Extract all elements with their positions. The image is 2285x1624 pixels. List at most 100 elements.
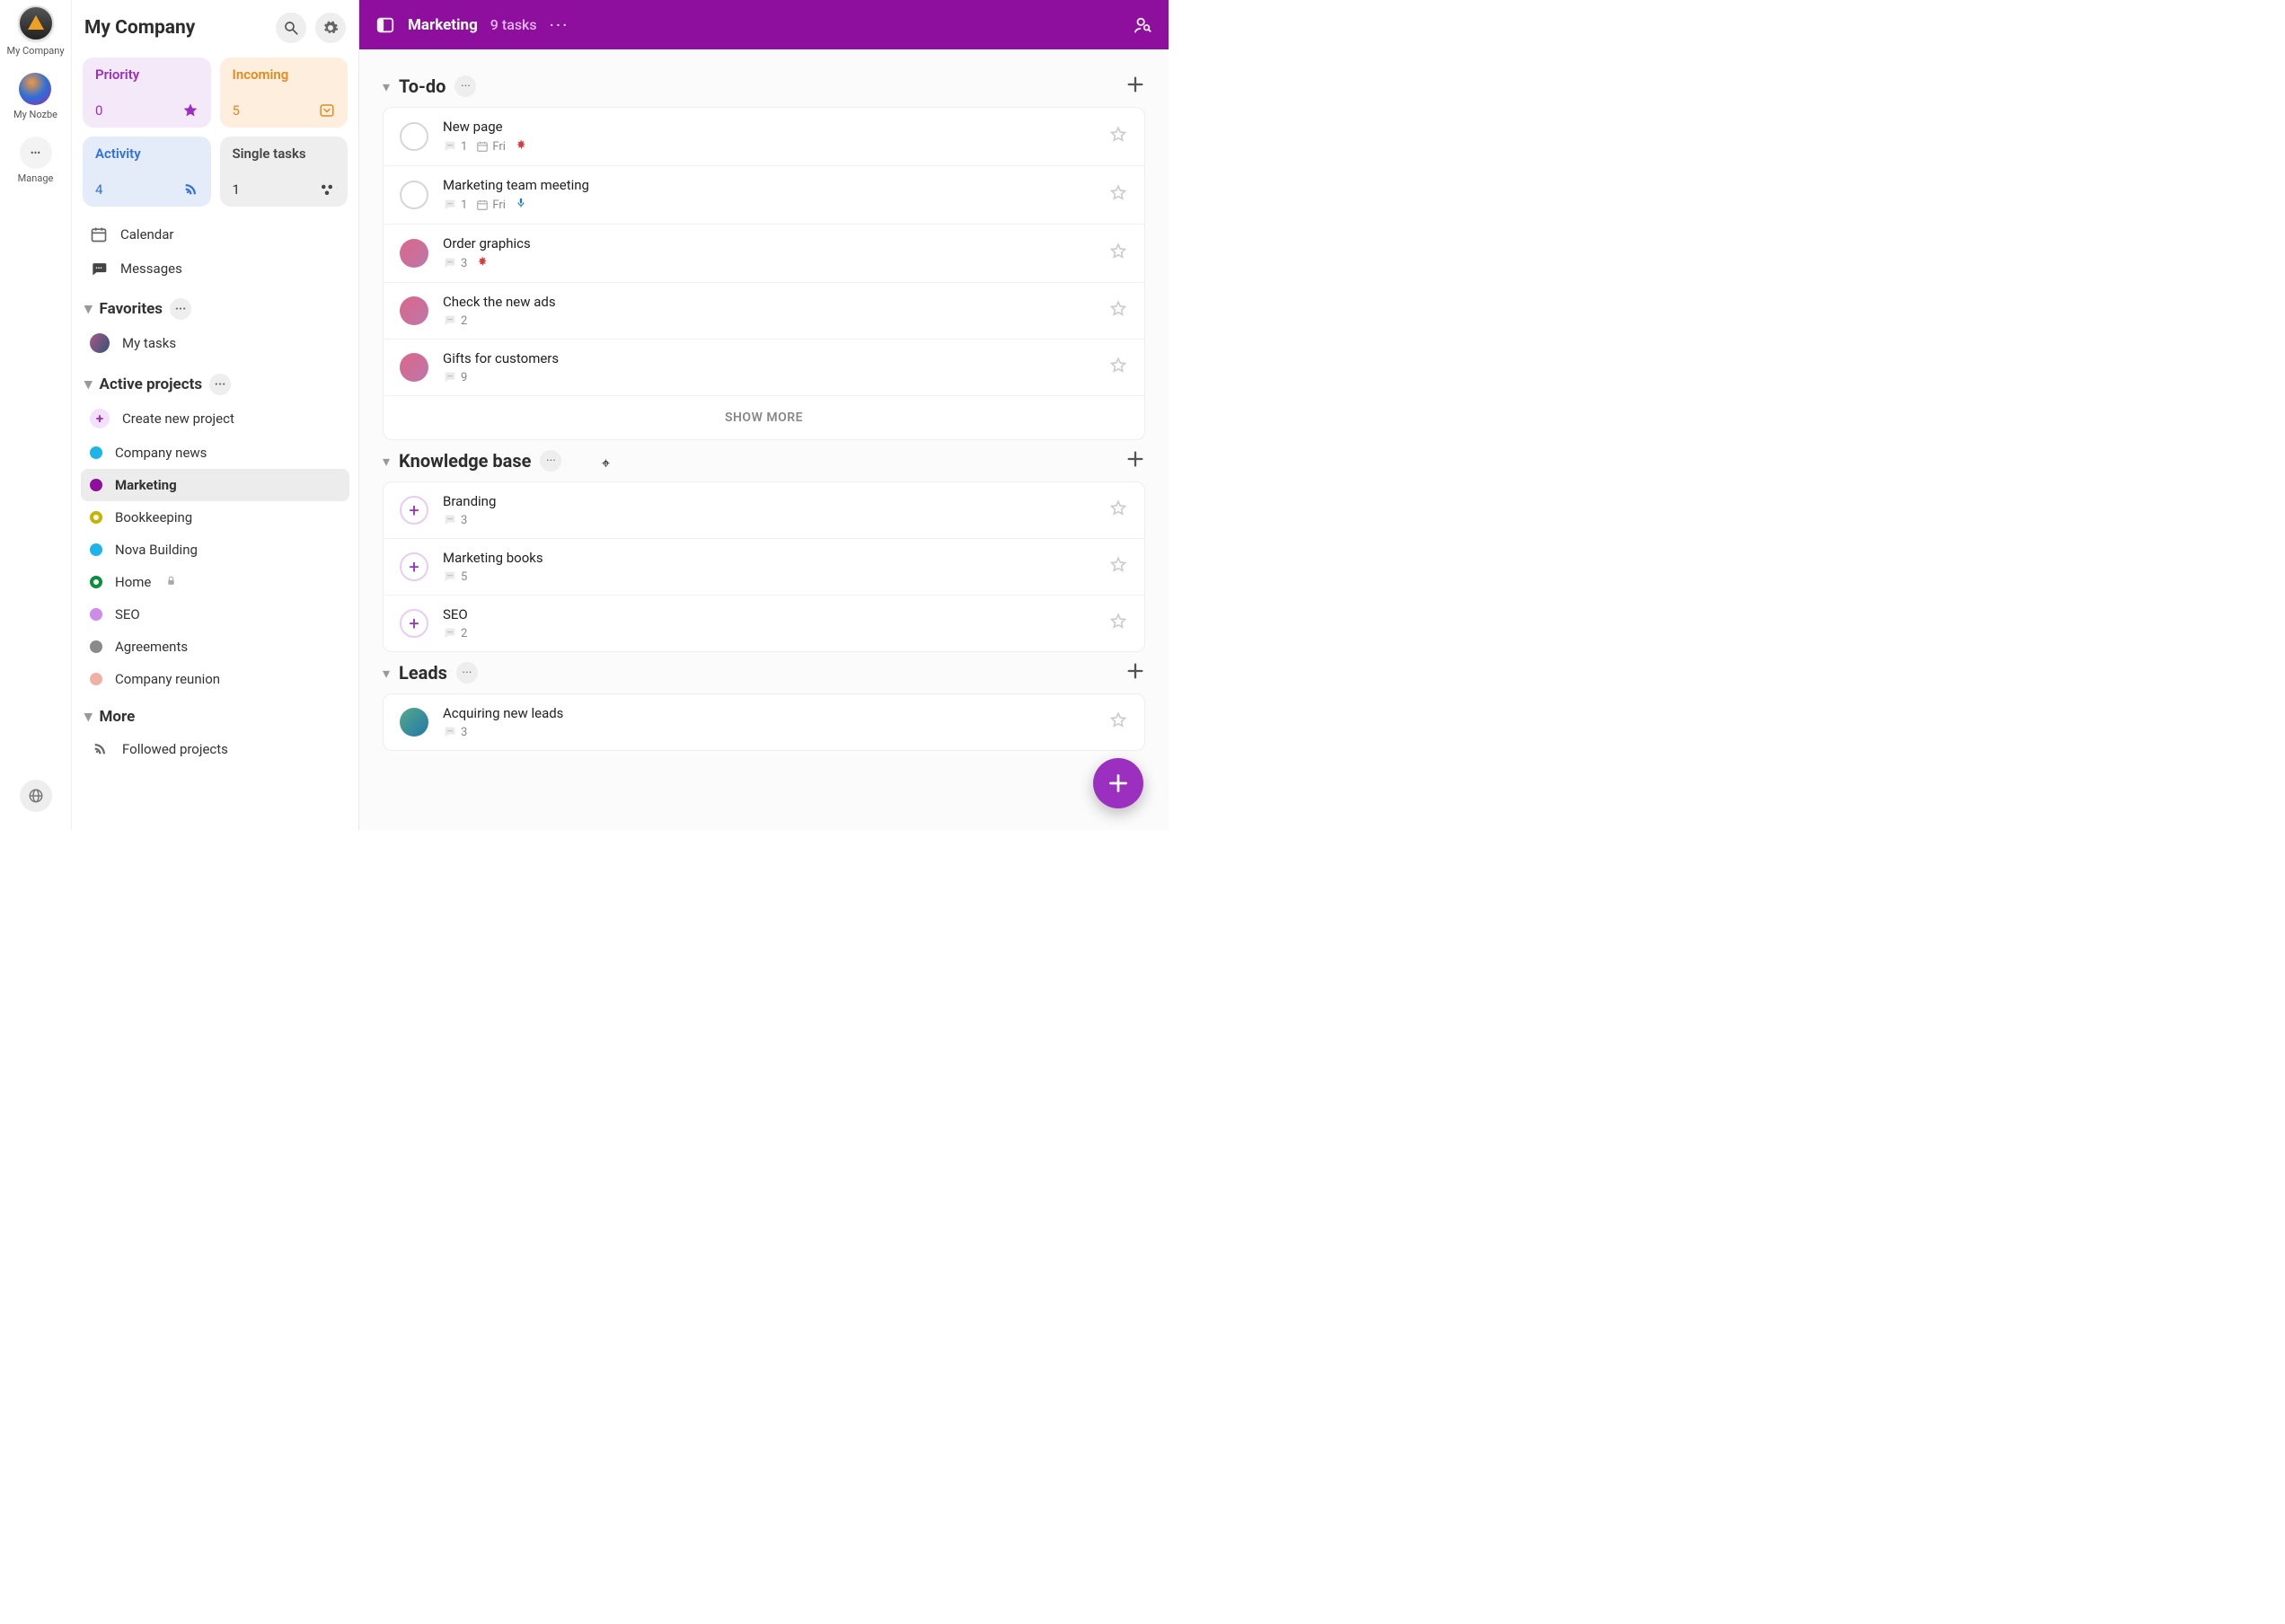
section-header: ▾Knowledge base··· — [383, 449, 1145, 472]
chevron-down-icon[interactable]: ▾ — [383, 453, 390, 470]
star-button[interactable] — [1108, 242, 1128, 265]
task-row[interactable]: Marketing team meeting1Fri — [384, 166, 1144, 225]
comment-count: 9 — [443, 370, 467, 384]
task-title: Gifts for customers — [443, 350, 1094, 366]
rss-icon — [90, 739, 110, 759]
sidebar-title: My Company — [84, 17, 267, 39]
sidebar-item-my-tasks[interactable]: My tasks — [81, 325, 349, 361]
section-add-button[interactable] — [1125, 661, 1145, 684]
sidebar-item-label: Nova Building — [115, 542, 198, 558]
task-add-assignee[interactable]: + — [400, 496, 428, 525]
sidebar-item-project[interactable]: Home — [81, 566, 349, 598]
project-color-icon — [90, 608, 102, 621]
chevron-down-icon: ▾ — [84, 375, 93, 393]
sidebar-item-project[interactable]: Marketing — [81, 469, 349, 501]
mic-icon — [515, 197, 527, 213]
task-row[interactable]: +SEO2 — [384, 596, 1144, 651]
sidebar-item-messages[interactable]: Messages — [81, 252, 349, 286]
sidebar-item-project[interactable]: Company news — [81, 437, 349, 469]
nodes-icon — [319, 181, 335, 198]
sidebar: My Company Priority 0 Incoming 5 Activit… — [72, 0, 359, 830]
calendar-icon — [90, 225, 108, 243]
sidebar-section-favorites[interactable]: ▾ Favorites ··· — [84, 298, 346, 320]
section-add-button[interactable] — [1125, 75, 1145, 98]
sidebar-section-more[interactable]: ▾ More — [84, 708, 346, 726]
section-add-button[interactable] — [1125, 449, 1145, 472]
sidebar-item-project[interactable]: Company reunion — [81, 663, 349, 695]
sidebar-item-label: My tasks — [122, 335, 176, 351]
task-row[interactable]: +Marketing books5 — [384, 539, 1144, 596]
workspace-manage[interactable]: ••• Manage — [18, 137, 54, 184]
task-row[interactable]: Gifts for customers 9 — [384, 340, 1144, 396]
sidebar-item-label: Marketing — [115, 477, 177, 493]
sidebar-item-followed[interactable]: Followed projects — [81, 731, 349, 767]
sidebar-item-calendar[interactable]: Calendar — [81, 217, 349, 252]
star-button[interactable] — [1108, 356, 1128, 379]
star-button[interactable] — [1108, 555, 1128, 578]
sidebar-item-project[interactable]: SEO — [81, 598, 349, 631]
assignee-avatar[interactable] — [400, 239, 428, 268]
chevron-down-icon[interactable]: ▾ — [383, 78, 390, 95]
settings-button[interactable] — [315, 13, 346, 43]
chevron-down-icon[interactable]: ▾ — [383, 665, 390, 682]
show-more-button[interactable]: SHOW MORE — [384, 396, 1144, 439]
card-incoming[interactable]: Incoming 5 — [220, 57, 348, 128]
search-button[interactable] — [276, 13, 306, 43]
toggle-sidebar-button[interactable] — [375, 15, 395, 35]
project-color-icon — [90, 511, 102, 524]
section-menu[interactable]: ··· — [454, 75, 476, 97]
task-row[interactable]: New page1Fri — [384, 108, 1144, 166]
sidebar-item-project[interactable]: Agreements — [81, 631, 349, 663]
sidebar-item-label: Home — [115, 574, 151, 590]
task-row[interactable]: Check the new ads2 — [384, 283, 1144, 340]
assignee-avatar[interactable] — [400, 708, 428, 737]
comment-count: 3 — [443, 725, 467, 739]
sidebar-section-active-projects[interactable]: ▾ Active projects ··· — [84, 374, 346, 395]
workspace-my-company[interactable]: My Company — [6, 5, 64, 57]
section-menu[interactable]: ··· — [209, 374, 231, 395]
task-list: Acquiring new leads3 — [383, 693, 1145, 751]
assignee-avatar[interactable] — [400, 353, 428, 382]
task-add-assignee[interactable]: + — [400, 609, 428, 638]
sidebar-item-label: Create new project — [122, 410, 234, 427]
section-menu[interactable]: ··· — [540, 450, 561, 472]
task-title: Order graphics — [443, 235, 1094, 252]
ellipsis-icon: ••• — [20, 137, 52, 169]
task-checkbox[interactable] — [400, 181, 428, 209]
priority-flag-icon — [476, 255, 489, 271]
card-priority[interactable]: Priority 0 — [83, 57, 211, 128]
workspace-rail: My Company My Nozbe ••• Manage — [0, 0, 72, 830]
workspace-logo-icon — [18, 5, 54, 41]
star-button[interactable] — [1108, 299, 1128, 322]
star-button[interactable] — [1108, 710, 1128, 734]
star-button[interactable] — [1108, 183, 1128, 207]
filter-button[interactable] — [1133, 15, 1152, 35]
card-activity[interactable]: Activity 4 — [83, 137, 211, 207]
star-button[interactable] — [1108, 125, 1128, 148]
workspace-label: My Company — [6, 45, 64, 57]
section-title: To-do — [399, 75, 446, 97]
task-checkbox[interactable] — [400, 122, 428, 151]
sidebar-item-project[interactable]: Nova Building — [81, 534, 349, 566]
star-button[interactable] — [1108, 499, 1128, 522]
project-menu-button[interactable]: ··· — [550, 14, 569, 36]
star-button[interactable] — [1108, 612, 1128, 635]
rail-globe[interactable] — [20, 780, 52, 812]
sidebar-item-label: Calendar — [120, 226, 174, 243]
card-single-tasks[interactable]: Single tasks 1 — [220, 137, 348, 207]
add-task-fab[interactable] — [1093, 758, 1143, 808]
section-menu[interactable]: ··· — [456, 662, 478, 684]
comment-count: 5 — [443, 569, 467, 584]
task-title: Branding — [443, 493, 1094, 509]
workspace-my-nozbe[interactable]: My Nozbe — [13, 73, 57, 120]
task-add-assignee[interactable]: + — [400, 552, 428, 581]
sidebar-item-project[interactable]: Bookkeeping — [81, 501, 349, 534]
assignee-avatar[interactable] — [400, 296, 428, 325]
sidebar-item-create-project[interactable]: + Create new project — [81, 401, 349, 437]
task-title: SEO — [443, 606, 1094, 622]
task-row[interactable]: Order graphics3 — [384, 225, 1144, 283]
task-row[interactable]: Acquiring new leads3 — [384, 694, 1144, 750]
project-title: Marketing — [408, 16, 478, 34]
task-row[interactable]: +Branding3 — [384, 482, 1144, 539]
section-menu[interactable]: ··· — [170, 298, 191, 320]
